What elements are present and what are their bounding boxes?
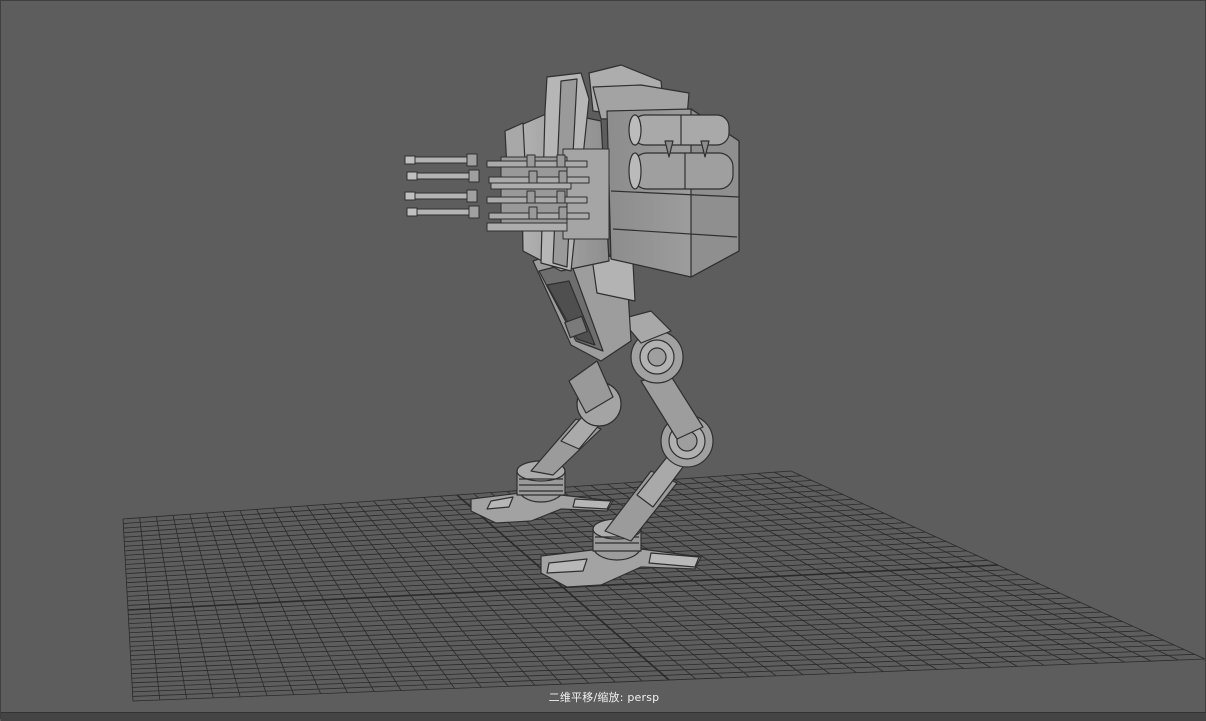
3d-viewport[interactable]: 二维平移/缩放: persp: [0, 0, 1206, 721]
mech-robot-model[interactable]: [404, 64, 740, 588]
left-leg[interactable]: [470, 360, 622, 524]
camera-label: 二维平移/缩放: persp: [548, 691, 660, 704]
gatling-guns[interactable]: [404, 148, 610, 240]
viewport-bottom-bar: [1, 712, 1206, 721]
ground-grid: [122, 470, 1206, 702]
scene-canvas[interactable]: [1, 1, 1206, 720]
